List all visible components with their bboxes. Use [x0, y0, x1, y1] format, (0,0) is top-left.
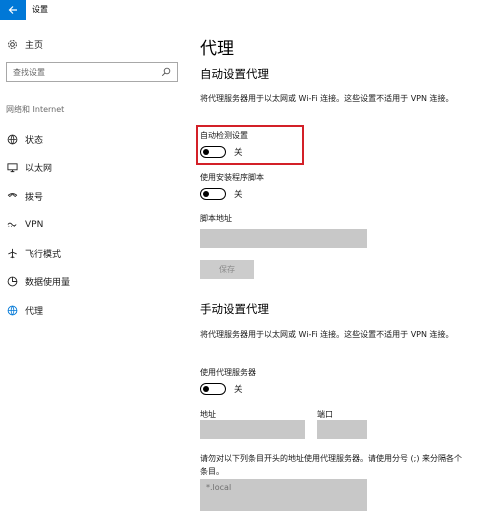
sidebar-item-proxy[interactable]: 代理 [0, 296, 190, 325]
title-bar: 设置 [0, 0, 488, 20]
manual-proxy-description: 将代理服务器用于以太网或 Wi-Fi 连接。这些设置不适用于 VPN 连接。 [200, 330, 454, 339]
main-content: 代理 自动设置代理 将代理服务器用于以太网或 Wi-Fi 连接。这些设置不适用于… [200, 20, 480, 514]
sidebar-group-label: 网络和 Internet [6, 105, 65, 114]
sidebar-item-data-usage[interactable]: 数据使用量 [0, 268, 190, 297]
setup-script-label: 使用安装程序脚本 [200, 173, 264, 182]
proxy-exceptions-textarea[interactable]: *.local [200, 479, 367, 511]
ethernet-monitor-icon [6, 162, 18, 174]
save-button[interactable]: 保存 [200, 260, 254, 279]
setup-script-toggle-row: 关 [200, 188, 243, 200]
back-button[interactable] [0, 0, 26, 20]
manual-proxy-section-title: 手动设置代理 [200, 302, 269, 316]
highlight-box [196, 125, 304, 165]
data-usage-icon [6, 276, 18, 288]
search-box[interactable] [6, 62, 178, 82]
use-proxy-state: 关 [234, 385, 243, 395]
arrow-left-icon [8, 6, 17, 14]
proxy-address-input[interactable] [200, 420, 305, 439]
toggle-knob [203, 385, 209, 392]
search-input[interactable] [13, 67, 161, 77]
window-title: 设置 [32, 5, 48, 14]
sidebar-item-airplane-mode[interactable]: 飞行模式 [0, 239, 190, 268]
sidebar-home-label: 主页 [25, 40, 44, 51]
globe-status-icon [6, 133, 18, 145]
use-proxy-label: 使用代理服务器 [200, 368, 256, 377]
sidebar: 主页 网络和 Internet 状态 以太网 拨号 [0, 20, 190, 514]
sidebar-item-vpn[interactable]: VPN [0, 211, 190, 240]
use-proxy-toggle[interactable] [200, 383, 226, 395]
setup-script-state: 关 [234, 190, 243, 200]
proxy-port-input[interactable] [317, 420, 367, 439]
auto-proxy-description: 将代理服务器用于以太网或 Wi-Fi 连接。这些设置不适用于 VPN 连接。 [200, 94, 454, 103]
toggle-knob [203, 190, 209, 197]
proxy-address-label: 地址 [200, 410, 216, 419]
script-address-label: 脚本地址 [200, 214, 232, 223]
globe-icon [6, 304, 18, 316]
airplane-icon [6, 247, 18, 259]
gear-icon [6, 38, 18, 50]
dialup-phone-icon [6, 190, 18, 202]
use-proxy-toggle-row: 关 [200, 383, 243, 395]
vpn-icon [6, 219, 18, 231]
sidebar-item-dialup[interactable]: 拨号 [0, 182, 190, 211]
sidebar-item-status[interactable]: 状态 [0, 125, 190, 154]
proxy-port-label: 端口 [317, 410, 333, 419]
script-address-input[interactable] [200, 229, 367, 248]
auto-proxy-section-title: 自动设置代理 [200, 67, 269, 81]
sidebar-item-ethernet[interactable]: 以太网 [0, 154, 190, 183]
setup-script-toggle[interactable] [200, 188, 226, 200]
proxy-exceptions-description: 请勿对以下列条目开头的地址使用代理服务器。请使用分号 (;) 来分隔各个条目。 [200, 454, 463, 476]
search-icon[interactable] [161, 67, 171, 77]
page-title: 代理 [200, 39, 234, 59]
sidebar-nav: 状态 以太网 拨号 VPN 飞行模式 数据使用量 代理 [0, 125, 190, 325]
sidebar-home[interactable]: 主页 [6, 37, 43, 51]
